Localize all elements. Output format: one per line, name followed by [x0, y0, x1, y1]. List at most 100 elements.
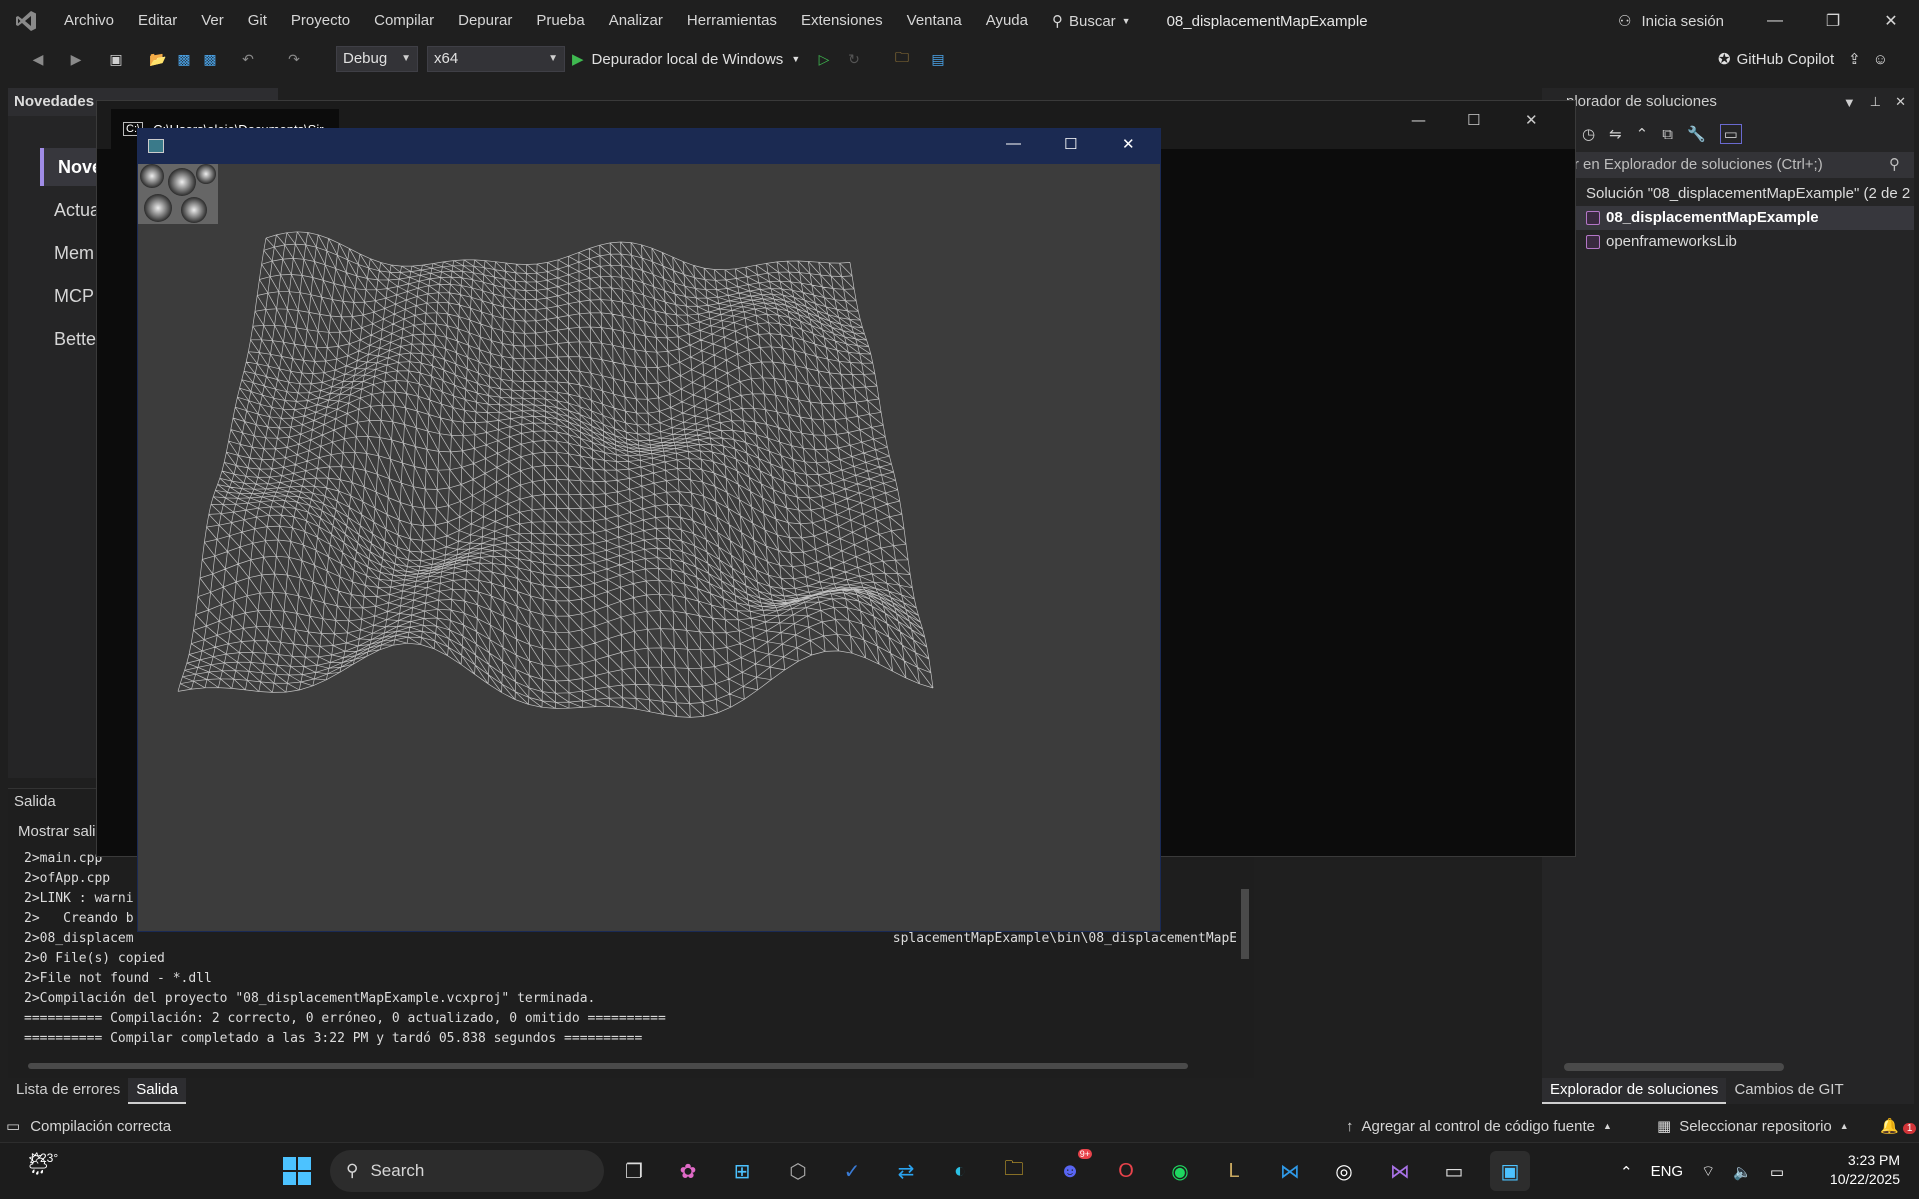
save-all-icon[interactable]: ▩	[200, 49, 220, 69]
menu-item-analizar[interactable]: Analizar	[597, 0, 675, 42]
new-project-icon[interactable]: ▣	[106, 49, 126, 69]
tab-error-list[interactable]: Lista de errores	[8, 1078, 128, 1104]
platform-select[interactable]: x64 ▼	[427, 46, 565, 72]
chevron-up-icon[interactable]: ⌃	[1620, 1163, 1633, 1181]
folder-icon[interactable]: 🗀	[892, 49, 912, 69]
sync-icon[interactable]: ⇋	[1609, 125, 1622, 143]
minimize-button[interactable]: —	[1411, 111, 1426, 129]
properties-icon[interactable]: 🔧	[1687, 125, 1706, 143]
preview-icon[interactable]: ▭	[1719, 124, 1742, 144]
maximize-button[interactable]: ☐	[1064, 135, 1077, 153]
language-indicator[interactable]: ENG	[1651, 1163, 1684, 1180]
tab-solution-explorer[interactable]: Explorador de soluciones	[1542, 1078, 1727, 1104]
tree-item-project[interactable]: 08_displacementMapExample	[1542, 206, 1914, 230]
chevron-down-icon: ▼	[791, 54, 801, 64]
obs-icon[interactable]: ◎	[1324, 1151, 1364, 1191]
spotify-icon[interactable]: ◉	[1160, 1151, 1200, 1191]
layout-icon[interactable]: ▤	[928, 49, 948, 69]
battery-icon[interactable]: ▭	[1770, 1163, 1784, 1181]
menu-item-extensiones[interactable]: Extensiones	[789, 0, 895, 42]
copy-icon[interactable]: ⧉	[1662, 126, 1673, 143]
repo-label: Seleccionar repositorio	[1679, 1117, 1832, 1135]
displacement-mesh-canvas[interactable]	[138, 164, 1160, 931]
platform-value: x64	[434, 50, 459, 67]
output-line: ========== Compilar completado a las 3:2…	[24, 1031, 643, 1046]
opera-icon[interactable]: O	[1106, 1151, 1146, 1191]
save-icon[interactable]: ▩	[174, 49, 194, 69]
tab-git-changes[interactable]: Cambios de GIT	[1726, 1078, 1851, 1104]
menu-item-depurar[interactable]: Depurar	[446, 0, 524, 42]
start-button[interactable]	[277, 1151, 317, 1191]
weather-widget[interactable]: 🌦 23°	[24, 1151, 58, 1177]
minimize-button[interactable]: —	[1746, 0, 1804, 42]
close-button[interactable]: ✕	[1525, 111, 1538, 129]
select-repository-button[interactable]: ▦ Seleccionar repositorio ▲	[1657, 1117, 1849, 1136]
hot-reload-icon[interactable]: ↻	[844, 49, 864, 69]
close-button[interactable]: ✕	[1862, 0, 1919, 42]
output-vertical-scrollbar[interactable]	[1236, 849, 1254, 1049]
pin-icon[interactable]: ⊥	[1870, 94, 1881, 110]
vscode-icon[interactable]: ⋈	[1270, 1151, 1310, 1191]
active-app-icon[interactable]: ▣	[1490, 1151, 1530, 1191]
solution-explorer-scrollbar[interactable]	[1550, 1060, 1906, 1074]
menu-item-ver[interactable]: Ver	[189, 0, 236, 42]
output-source-select[interactable]: Mostrar sali	[18, 823, 96, 840]
search-menu[interactable]: ⚲ Buscar ▼	[1040, 12, 1143, 30]
clock[interactable]: 3:23 PM 10/22/2025	[1810, 1151, 1900, 1189]
maximize-button[interactable]: ☐	[1467, 111, 1480, 129]
menu-item-editar[interactable]: Editar	[126, 0, 189, 42]
notifications-button[interactable]: 🔔 1	[1880, 1117, 1917, 1135]
menu-item-proyecto[interactable]: Proyecto	[279, 0, 362, 42]
task-view-icon[interactable]: ❐	[614, 1151, 654, 1191]
todo-icon[interactable]: ✓	[832, 1151, 872, 1191]
menu-bar: Archivo Editar Ver Git Proyecto Compilar Depur…	[0, 0, 1919, 42]
close-icon[interactable]: ✕	[1895, 94, 1906, 110]
menu-item-prueba[interactable]: Prueba	[524, 0, 596, 42]
solution-node[interactable]: Solución "08_displacementMapExample" (2 …	[1542, 182, 1914, 206]
edge-icon[interactable]: ◐	[940, 1151, 980, 1191]
output-horizontal-scrollbar[interactable]	[14, 1061, 1224, 1071]
teamviewer-icon[interactable]: ⇄	[886, 1151, 926, 1191]
restore-button[interactable]: ❐	[1804, 0, 1862, 42]
history-icon[interactable]: ◷	[1582, 125, 1595, 143]
project-name: openframeworksLib	[1606, 233, 1737, 250]
menu-item-ventana[interactable]: Ventana	[895, 0, 974, 42]
wifi-icon[interactable]: ⌔	[1701, 1162, 1715, 1181]
solution-search-input[interactable]: car en Explorador de soluciones (Ctrl+;)…	[1542, 152, 1914, 178]
collapse-icon[interactable]: ⌃	[1636, 125, 1649, 143]
copilot-app-icon[interactable]: ✿	[668, 1151, 708, 1191]
league-icon[interactable]: L	[1214, 1151, 1254, 1191]
menu-item-ayuda[interactable]: Ayuda	[974, 0, 1040, 42]
discord-icon[interactable]: ☻ 9+	[1050, 1149, 1092, 1191]
volume-icon[interactable]: 🔈	[1733, 1163, 1752, 1181]
search-label: Search	[370, 1161, 425, 1180]
tree-item-project[interactable]: openframeworksLib	[1542, 230, 1914, 254]
store-icon[interactable]: ⊞	[722, 1151, 762, 1191]
close-button[interactable]: ✕	[1122, 135, 1135, 153]
menu-item-herramientas[interactable]: Herramientas	[675, 0, 789, 42]
minimize-button[interactable]: —	[1006, 135, 1021, 152]
visual-studio-icon[interactable]: ⋈	[1380, 1151, 1420, 1191]
solution-search-placeholder: car en Explorador de soluciones (Ctrl+;)	[1558, 156, 1823, 173]
file-explorer-icon[interactable]: 🗀	[994, 1151, 1034, 1191]
taskbar-search[interactable]: ⚲ Search	[330, 1150, 604, 1192]
config-select[interactable]: Debug ▼	[336, 46, 418, 72]
back-icon[interactable]: ◀	[28, 49, 48, 69]
undo-icon[interactable]: ↶	[238, 49, 258, 69]
dropdown-icon[interactable]: ▼	[1843, 95, 1856, 110]
menu-item-compilar[interactable]: Compilar	[362, 0, 446, 42]
forward-icon[interactable]: ▶	[66, 49, 86, 69]
open-folder-icon[interactable]: 📂	[148, 49, 168, 69]
signin-button[interactable]: ⚇ Inicia sesión	[1618, 0, 1724, 42]
output-line: 2>08_displacem splacementMapExample\bin\…	[24, 931, 1238, 946]
tab-output[interactable]: Salida	[128, 1078, 186, 1104]
copilot-button[interactable]: ✪ GitHub Copilot ⇪ ☺	[1718, 46, 1888, 72]
start-debugging-button[interactable]: ▶ Depurador local de Windows ▼	[572, 46, 800, 72]
start-without-debugging-icon[interactable]: ▷	[814, 49, 834, 69]
unity-icon[interactable]: ⬡	[778, 1151, 818, 1191]
add-to-source-control-button[interactable]: ↑ Agregar al control de código fuente ▲	[1346, 1118, 1612, 1135]
redo-icon[interactable]: ↷	[284, 49, 304, 69]
menu-item-archivo[interactable]: Archivo	[52, 0, 126, 42]
terminal-icon[interactable]: ▭	[1434, 1151, 1474, 1191]
menu-item-git[interactable]: Git	[236, 0, 279, 42]
